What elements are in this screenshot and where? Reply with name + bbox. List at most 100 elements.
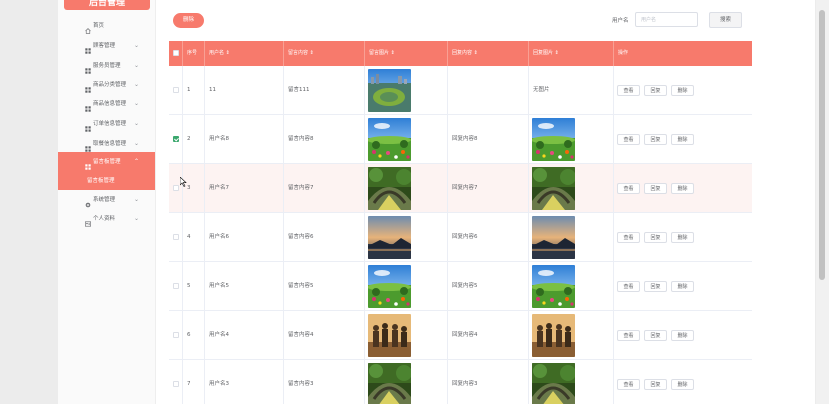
search-input[interactable]: 用户名 — [635, 12, 698, 27]
row-checkbox[interactable] — [173, 136, 179, 142]
grid-icon — [85, 159, 91, 170]
reply-button[interactable]: 回复 — [644, 379, 667, 390]
delete-button[interactable]: 删除 — [671, 379, 694, 390]
reply-button[interactable]: 回复 — [644, 330, 667, 341]
row-index: 1 — [183, 66, 205, 114]
reply-image-cell: 无图片 — [529, 66, 614, 114]
view-button[interactable]: 查看 — [617, 85, 640, 96]
reply-image-thumbnail[interactable] — [532, 265, 575, 308]
chevron-down-icon: ⌄ — [134, 120, 140, 127]
row-checkbox[interactable] — [173, 381, 179, 387]
view-button[interactable]: 查看 — [617, 134, 640, 145]
reply-image-cell — [529, 360, 614, 404]
view-button[interactable]: 查看 — [617, 330, 640, 341]
chevron-down-icon: ⌄ — [134, 100, 140, 107]
reply-button[interactable]: 回复 — [644, 183, 667, 194]
row-index: 5 — [183, 262, 205, 310]
message-image-thumbnail[interactable] — [368, 363, 411, 404]
search-button[interactable]: 搜索 — [709, 12, 742, 28]
sidebar-item-7[interactable]: 留言板管理 ⌃ — [58, 152, 155, 172]
reply-image-thumbnail[interactable] — [532, 167, 575, 210]
sidebar-item-3[interactable]: 商品分类管理 ⌄ — [58, 75, 155, 95]
row-checkbox-cell — [169, 164, 183, 212]
sidebar-item-2[interactable]: 服务员管理 ⌄ — [58, 56, 155, 76]
page-scrollbar[interactable] — [816, 0, 829, 404]
grid-icon — [85, 121, 91, 132]
sidebar-item-6[interactable]: 取餐信息管理 ⌄ — [58, 134, 155, 154]
header-image[interactable]: 留言图片 ⇕ — [365, 41, 448, 66]
row-username: 用户名8 — [205, 115, 284, 163]
header-image-label: 留言图片 — [369, 50, 390, 56]
message-image-thumbnail[interactable] — [368, 69, 411, 112]
submenu-item-message-board[interactable]: 留言板管理 — [58, 172, 155, 190]
delete-button[interactable]: 删除 — [671, 183, 694, 194]
grid-icon — [85, 141, 91, 152]
reply-image-thumbnail[interactable] — [532, 363, 575, 404]
view-button[interactable]: 查看 — [617, 379, 640, 390]
row-checkbox-cell — [169, 213, 183, 261]
reply-button[interactable]: 回复 — [644, 232, 667, 243]
chevron-down-icon: ⌄ — [134, 215, 140, 222]
row-checkbox-cell — [169, 360, 183, 404]
message-image-thumbnail[interactable] — [368, 265, 411, 308]
row-actions: 查看 回复 删除 — [614, 115, 752, 163]
table-row: 6 用户名4 留言内容4 回复内容4 查看 回复 删除 — [169, 311, 752, 360]
delete-button[interactable]: 删除 — [671, 134, 694, 145]
sidebar-item-8[interactable]: 系统管理 ⌄ — [58, 190, 155, 210]
header-content[interactable]: 留言内容 ⇕ — [284, 41, 365, 66]
row-content: 留言内容8 — [284, 115, 365, 163]
row-actions: 查看 回复 删除 — [614, 164, 752, 212]
delete-button[interactable]: 删除 — [671, 281, 694, 292]
table-row: 2 用户名8 留言内容8 回复内容8 查看 回复 删除 — [169, 115, 752, 164]
header-username[interactable]: 用户名 ⇕ — [205, 41, 284, 66]
row-checkbox[interactable] — [173, 87, 179, 93]
row-reply: 回复内容4 — [448, 311, 529, 359]
row-reply: 回复内容6 — [448, 213, 529, 261]
row-checkbox[interactable] — [173, 332, 179, 338]
message-image-cell — [365, 115, 448, 163]
reply-image-thumbnail[interactable] — [532, 314, 575, 357]
view-button[interactable]: 查看 — [617, 281, 640, 292]
delete-button[interactable]: 删除 — [671, 330, 694, 341]
mouse-cursor-icon — [180, 177, 187, 187]
message-image-thumbnail[interactable] — [368, 314, 411, 357]
sidebar-item-1[interactable]: 顾客管理 ⌄ — [58, 36, 155, 56]
header-reply-image-label: 回复图片 — [533, 50, 554, 56]
sidebar-item-0[interactable]: 首页 — [58, 16, 155, 36]
reply-image-cell — [529, 262, 614, 310]
delete-button[interactable]: 删除 — [671, 232, 694, 243]
message-image-thumbnail[interactable] — [368, 216, 411, 259]
delete-button[interactable]: 删除 — [671, 85, 694, 96]
submenu-label: 留言板管理 — [87, 178, 115, 184]
reply-button[interactable]: 回复 — [644, 281, 667, 292]
reply-image-cell — [529, 213, 614, 261]
row-checkbox[interactable] — [173, 185, 179, 191]
reply-button[interactable]: 回复 — [644, 134, 667, 145]
reply-button[interactable]: 回复 — [644, 85, 667, 96]
sidebar-item-9[interactable]: 个人资料 ⌄ — [58, 209, 155, 229]
select-all-checkbox[interactable] — [173, 50, 179, 56]
reply-image-thumbnail[interactable] — [532, 216, 575, 259]
header-reply-image[interactable]: 回复图片 ⇕ — [529, 41, 614, 66]
message-image-thumbnail[interactable] — [368, 118, 411, 161]
sidebar-item-4[interactable]: 商品信息管理 ⌄ — [58, 94, 155, 114]
reply-image-thumbnail[interactable] — [532, 118, 575, 161]
batch-delete-button[interactable]: 删除 — [173, 13, 204, 28]
row-checkbox[interactable] — [173, 283, 179, 289]
header-reply-label: 回复内容 — [452, 50, 473, 56]
sidebar-item-5[interactable]: 订单信息管理 ⌄ — [58, 114, 155, 134]
reply-image-cell — [529, 115, 614, 163]
view-button[interactable]: 查看 — [617, 183, 640, 194]
scrollbar-thumb[interactable] — [819, 10, 825, 280]
sidebar-item-label: 服务员管理 — [93, 63, 121, 69]
chevron-down-icon: ⌄ — [134, 42, 140, 49]
view-button[interactable]: 查看 — [617, 232, 640, 243]
header-reply[interactable]: 回复内容 ⇕ — [448, 41, 529, 66]
row-username: 11 — [205, 66, 284, 114]
row-checkbox[interactable] — [173, 234, 179, 240]
header-actions: 操作 — [618, 50, 629, 56]
chevron-down-icon: ⌄ — [134, 140, 140, 147]
reply-image-cell — [529, 311, 614, 359]
sidebar-item-label: 商品分类管理 — [93, 82, 127, 88]
message-image-thumbnail[interactable] — [368, 167, 411, 210]
